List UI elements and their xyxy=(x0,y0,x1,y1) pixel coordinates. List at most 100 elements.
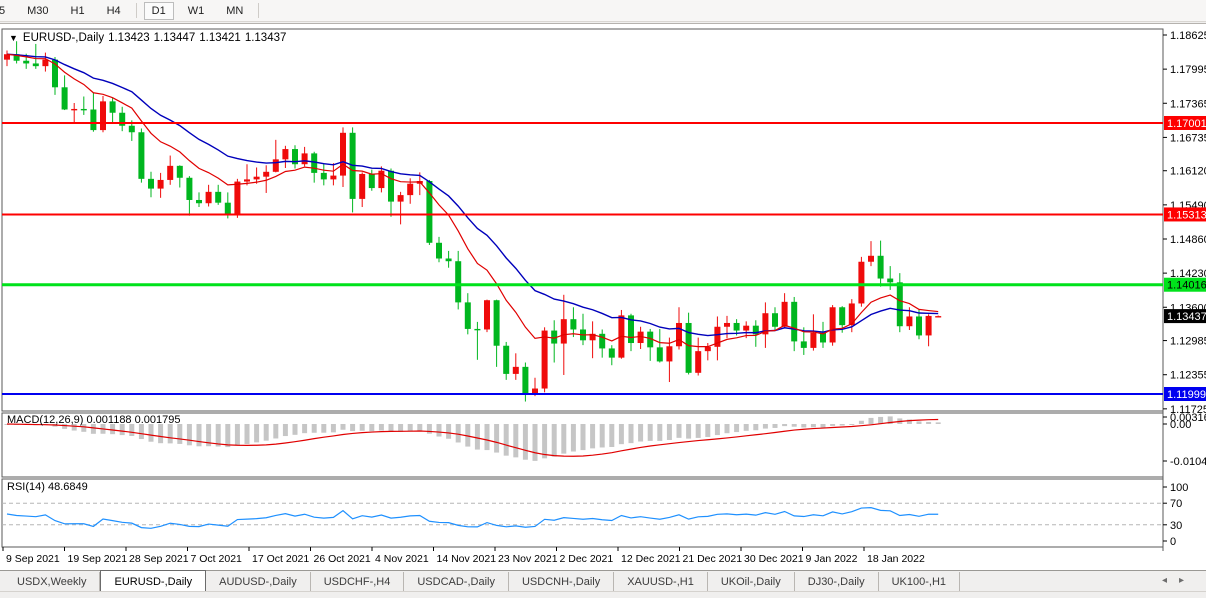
candle xyxy=(858,262,864,304)
ohlc-open: 1.13423 xyxy=(108,32,150,44)
svg-text:2 Dec 2021: 2 Dec 2021 xyxy=(560,553,614,565)
candle xyxy=(23,61,29,64)
candle xyxy=(801,341,807,348)
ma-slow-line xyxy=(7,54,938,335)
candle xyxy=(273,159,279,171)
svg-text:23 Nov 2021: 23 Nov 2021 xyxy=(498,553,558,565)
candle xyxy=(906,316,912,326)
ohlc-close: 1.13437 xyxy=(245,32,287,44)
chart-tab-uk100-h1[interactable]: UK100-,H1 xyxy=(879,572,960,592)
svg-text:18 Jan 2022: 18 Jan 2022 xyxy=(867,553,925,565)
macd-indicator-label: MACD(12,26,9) 0.001188 0.001795 xyxy=(7,414,181,426)
candle xyxy=(138,132,144,179)
price-level-badge-text: 1.15313 xyxy=(1167,209,1206,221)
svg-text:1.17365: 1.17365 xyxy=(1170,98,1206,110)
candle xyxy=(561,319,567,343)
candle xyxy=(916,316,922,335)
candle xyxy=(609,348,615,357)
candle xyxy=(897,282,903,326)
svg-text:30 Dec 2021: 30 Dec 2021 xyxy=(744,553,804,565)
price-level-badge-text: 1.17001 xyxy=(1167,118,1206,130)
tab-scroll-left-icon[interactable]: ◂ xyxy=(1162,575,1179,586)
candle xyxy=(225,203,231,215)
timeframe-button-m30[interactable]: M30 xyxy=(19,2,56,20)
svg-text:17 Oct 2021: 17 Oct 2021 xyxy=(252,553,309,565)
toolbar-separator xyxy=(136,3,137,18)
svg-text:19 Sep 2021: 19 Sep 2021 xyxy=(68,553,128,565)
rsi-name: RSI(14) xyxy=(7,481,45,493)
chart-dropdown-icon[interactable]: ▼ xyxy=(9,33,18,43)
candle xyxy=(177,166,183,178)
candle xyxy=(71,109,77,110)
candle xyxy=(705,347,711,351)
candle xyxy=(359,174,365,199)
candle xyxy=(666,346,672,361)
timeframe-button-d1[interactable]: D1 xyxy=(144,2,174,20)
candle xyxy=(686,323,692,373)
timeframe-button-h1[interactable]: H1 xyxy=(63,2,93,20)
timeframe-button-mn[interactable]: MN xyxy=(218,2,251,20)
candle xyxy=(570,319,576,329)
candle xyxy=(446,258,452,261)
price-chart-canvas[interactable]: 1.186251.179951.173651.167351.161201.154… xyxy=(0,24,1206,571)
chart-tab-audusd-daily[interactable]: AUDUSD-,Daily xyxy=(206,572,311,592)
chart-tab-usdcad-daily[interactable]: USDCAD-,Daily xyxy=(404,572,509,592)
candle xyxy=(263,172,269,177)
candle xyxy=(542,331,548,389)
svg-text:4 Nov 2021: 4 Nov 2021 xyxy=(375,553,429,565)
candle xyxy=(81,109,87,110)
svg-text:14 Nov 2021: 14 Nov 2021 xyxy=(437,553,497,565)
chart-tab-usdchf-h4[interactable]: USDCHF-,H4 xyxy=(311,572,405,592)
svg-text:1.12985: 1.12985 xyxy=(1170,336,1206,348)
candle xyxy=(455,261,461,302)
candle xyxy=(369,174,375,188)
candle xyxy=(734,323,740,331)
candle xyxy=(868,256,874,262)
panel-border xyxy=(2,29,1163,411)
candle xyxy=(33,63,39,66)
ohlc-high: 1.13447 xyxy=(154,32,196,44)
timeframe-button-w1[interactable]: W1 xyxy=(180,2,213,20)
candle xyxy=(330,176,336,180)
candle xyxy=(436,243,442,259)
chart-tab-dj30-daily[interactable]: DJ30-,Daily xyxy=(795,572,879,592)
candle xyxy=(398,195,404,202)
candle xyxy=(830,307,836,342)
svg-text:0.00: 0.00 xyxy=(1170,419,1191,431)
candle xyxy=(676,323,682,346)
svg-text:9 Jan 2022: 9 Jan 2022 xyxy=(806,553,858,565)
chart-tab-eurusd-daily[interactable]: EURUSD-,Daily xyxy=(100,570,206,592)
candle xyxy=(657,347,663,361)
candle xyxy=(474,329,480,330)
candle xyxy=(186,178,192,200)
candle xyxy=(522,367,528,394)
candle xyxy=(407,184,413,195)
rsi-value: 48.6849 xyxy=(48,481,88,493)
timeframe-button-5[interactable]: 5 xyxy=(0,2,13,20)
chart-title: ▼EURUSD-,Daily1.134231.134471.134211.134… xyxy=(9,32,290,44)
candle xyxy=(100,101,106,130)
candle xyxy=(503,346,509,374)
candle xyxy=(926,316,932,336)
svg-text:7 Oct 2021: 7 Oct 2021 xyxy=(191,553,243,565)
chart-tab-usdcnh-daily[interactable]: USDCNH-,Daily xyxy=(509,572,614,592)
timeframe-button-h4[interactable]: H4 xyxy=(99,2,129,20)
chart-tab-usdx-weekly[interactable]: USDX,Weekly xyxy=(4,572,100,592)
chart-tab-ukoil-daily[interactable]: UKOil-,Daily xyxy=(708,572,795,592)
macd-signal-value: 0.001795 xyxy=(135,414,181,426)
tab-scroll-right-icon[interactable]: ▸ xyxy=(1179,575,1196,586)
candle xyxy=(196,200,202,203)
candle xyxy=(935,316,941,317)
svg-text:12 Dec 2021: 12 Dec 2021 xyxy=(621,553,681,565)
candle xyxy=(810,333,816,348)
metatrader-window: { "toolbar": { "timeframes": ["5","M30",… xyxy=(0,0,1206,597)
macd-name: MACD(12,26,9) xyxy=(7,414,83,426)
chart-symbol-label: EURUSD-,Daily xyxy=(23,32,104,44)
chart-window: ▼EURUSD-,Daily1.134231.134471.134211.134… xyxy=(0,23,1206,571)
chart-tab-xauusd-h1[interactable]: XAUUSD-,H1 xyxy=(614,572,708,592)
candle xyxy=(234,182,240,216)
price-level-badge-text: 1.14016 xyxy=(1167,280,1206,292)
candle xyxy=(782,302,788,327)
candle xyxy=(791,302,797,342)
svg-text:1.17995: 1.17995 xyxy=(1170,64,1206,76)
